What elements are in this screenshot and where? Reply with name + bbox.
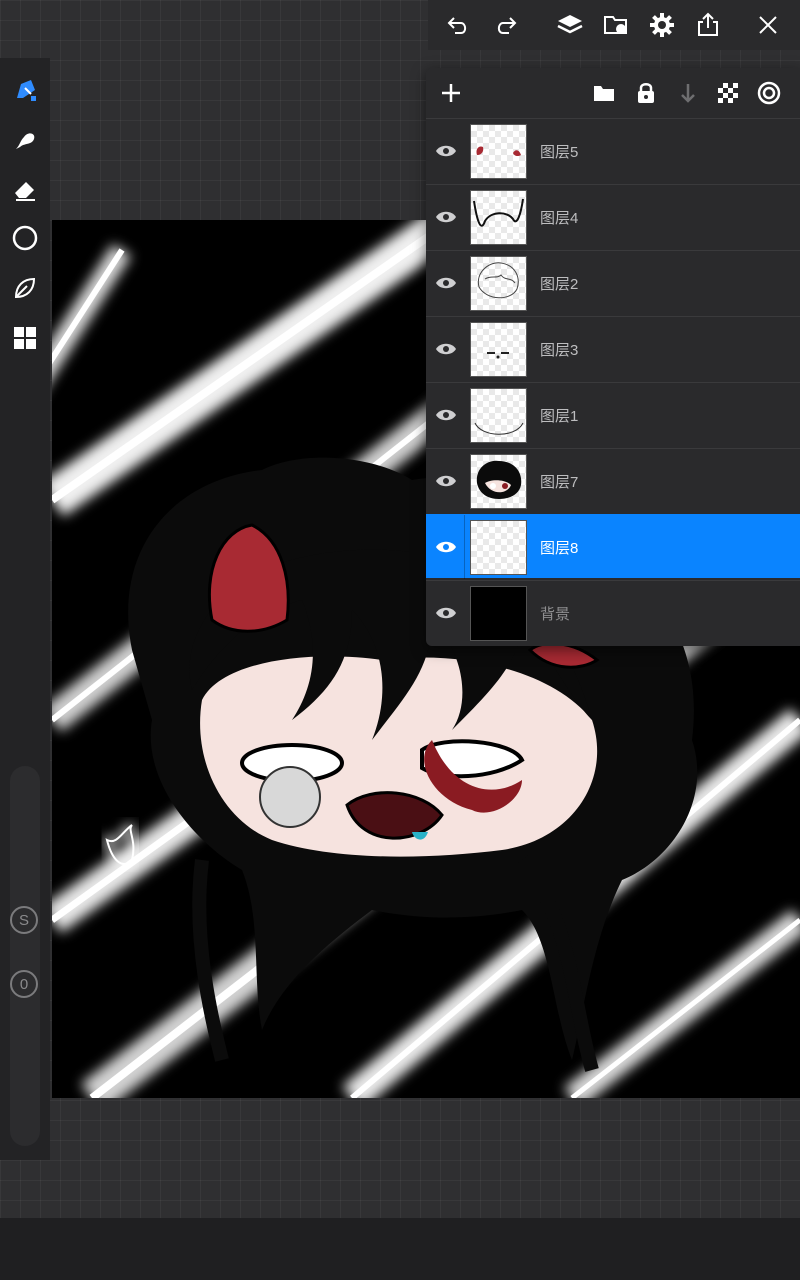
eye-icon [436,343,456,355]
size-label: S [18,911,29,929]
layers-button[interactable] [553,8,587,42]
layer-name: 背景 [540,606,571,623]
alpha-lock-button[interactable] [711,76,745,110]
eye-icon [436,277,456,289]
layer-name: 图层7 [540,474,579,491]
grid-tool[interactable] [5,318,45,358]
visibility-toggle[interactable] [434,337,458,361]
eye-icon [436,475,456,487]
layer-row[interactable]: 图层2 [426,250,800,314]
layer-thumbnail [470,124,527,179]
layer-name: 图层5 [540,144,579,161]
brush-tool[interactable] [5,70,45,110]
eye-icon [436,409,456,421]
redo-button[interactable] [489,8,523,42]
layer-name: 图层4 [540,210,579,227]
layer-thumbnail [470,190,527,245]
layer-name: 图层3 [540,342,579,359]
brush-size-slider[interactable] [10,766,40,1146]
shape-tool[interactable] [5,218,45,258]
brush-icon [17,80,36,101]
blend-icon [757,81,781,105]
layer-thumbnail [470,322,527,377]
checker-icon [718,83,738,103]
visibility-toggle[interactable] [434,535,458,559]
layer-row[interactable]: 图层7 [426,448,800,512]
layer-name: 图层8 [540,540,579,557]
visibility-toggle[interactable] [434,139,458,163]
eraser-tool[interactable] [5,170,45,210]
row-divider [464,515,465,579]
smudge-icon [16,133,35,149]
layer-row[interactable]: 图层4 [426,184,800,248]
layer-thumbnail [470,454,527,509]
merge-down-icon [681,84,695,103]
eye-icon [436,541,456,553]
visibility-toggle[interactable] [434,403,458,427]
add-icon [442,84,460,102]
eraser-icon [15,182,35,201]
layer-row-background[interactable]: 背景 [426,580,800,644]
undo-button[interactable] [441,8,475,42]
eye-icon [436,211,456,223]
settings-button[interactable] [645,8,679,42]
visibility-toggle[interactable] [434,469,458,493]
layer-name: 图层2 [540,276,579,293]
folder-icon [594,86,614,101]
undo-icon [447,17,467,34]
blend-mode-button[interactable] [752,76,786,110]
lock-layer-button[interactable] [629,76,663,110]
layer-row-selected[interactable]: 图层8 [426,514,800,579]
visibility-toggle[interactable] [434,271,458,295]
layer-row[interactable]: 图层5 [426,118,800,182]
close-button[interactable] [751,8,785,42]
size-knob[interactable]: S [10,906,38,934]
layer-thumbnail [470,388,527,443]
smudge-tool[interactable] [5,120,45,160]
layer-row[interactable]: 图层1 [426,382,800,446]
layer-thumbnail [470,586,527,641]
add-layer-button[interactable] [434,76,468,110]
layers-icon [557,15,583,34]
layers-panel: 图层5 图层4 图层2 图层3 图层1 图层7 图层8 背景 [426,68,800,646]
opacity-label: 0 [19,975,29,993]
visibility-toggle[interactable] [434,205,458,229]
close-icon [759,16,777,34]
top-toolbar [428,0,800,50]
layers-panel-header [426,68,800,118]
gear-icon [650,13,674,37]
import-icon [604,16,627,34]
layer-name: 图层1 [540,408,579,425]
visibility-toggle[interactable] [434,601,458,625]
layer-thumbnail [470,256,527,311]
shape-icon [12,225,38,251]
import-button[interactable] [599,8,633,42]
opacity-knob[interactable]: 0 [10,970,38,998]
redo-icon [497,17,517,34]
export-button[interactable] [691,8,725,42]
eye-icon [436,145,456,157]
fill-tool[interactable] [5,268,45,308]
layer-thumbnail [470,520,527,575]
eye-icon [436,607,456,619]
group-layer-button[interactable] [587,76,621,110]
share-icon [698,12,718,36]
bottom-bar [0,1218,800,1280]
merge-down-button[interactable] [671,76,705,110]
leaf-icon [14,277,36,299]
grid-icon [14,327,36,349]
lock-icon [638,83,654,103]
layer-row[interactable]: 图层3 [426,316,800,380]
